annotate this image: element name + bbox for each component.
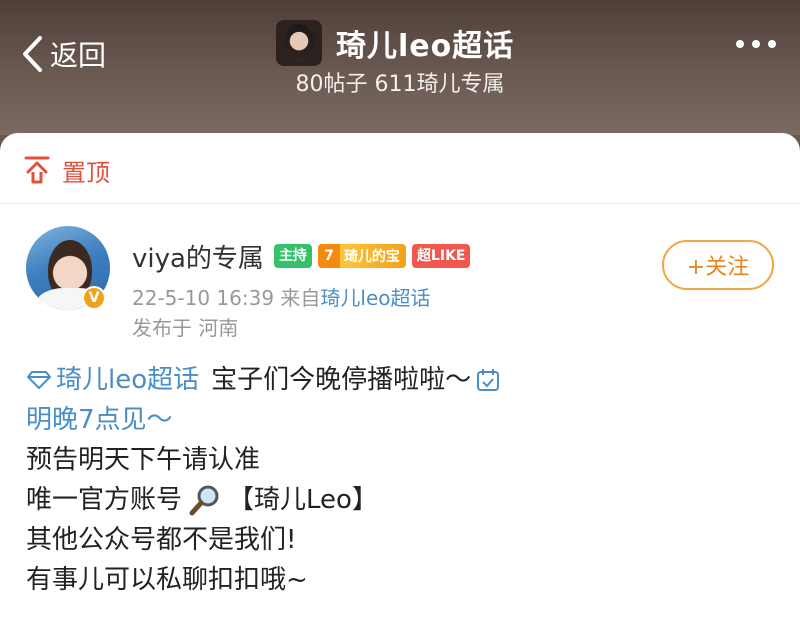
post-line: 有事儿可以私聊扣扣哦~ bbox=[26, 560, 786, 600]
fan-level-number: 7 bbox=[317, 244, 340, 268]
more-options-button[interactable] bbox=[736, 40, 776, 48]
post-text: 预告明天下午请认准 bbox=[26, 445, 261, 475]
fan-level-label: 琦儿的宝 bbox=[343, 249, 400, 265]
fan-level-badge: 7 琦儿的宝 bbox=[317, 244, 406, 268]
post-line: 明晚7点见～ bbox=[26, 400, 786, 440]
supertopic-title-row[interactable]: 琦儿leo超话 bbox=[276, 20, 514, 66]
page-title: 琦儿leo超话 bbox=[336, 29, 515, 64]
source-link[interactable]: 琦儿leo超话 bbox=[320, 286, 430, 310]
post-text: 有事儿可以私聊扣扣哦~ bbox=[26, 565, 308, 595]
post-line: 其他公众号都不是我们! bbox=[26, 520, 786, 560]
source-prefix: 来自 bbox=[280, 286, 321, 310]
calendar-check-icon bbox=[477, 369, 500, 391]
topic-link[interactable]: 琦儿leo超话 bbox=[56, 361, 199, 399]
post-meta: 22-5-10 16:39 来自琦儿leo超话 bbox=[132, 282, 431, 311]
diamond-icon bbox=[27, 371, 51, 389]
dot-icon bbox=[752, 40, 760, 48]
divider bbox=[0, 203, 800, 204]
username[interactable]: viya的专属 bbox=[132, 238, 264, 275]
dot-icon bbox=[736, 40, 744, 48]
dot-icon bbox=[768, 40, 776, 48]
super-like-tag: 超LIKE bbox=[411, 244, 471, 268]
supertopic-stats: 80帖子 611琦儿专属 bbox=[295, 72, 505, 97]
pin-top-icon bbox=[24, 156, 50, 184]
supertopic-avatar bbox=[276, 20, 322, 66]
post-text-link[interactable]: 明晚7点见～ bbox=[26, 401, 173, 439]
post-text: 其他公众号都不是我们! bbox=[26, 525, 297, 555]
post-body: 琦儿leo超话 宝子们今晚停播啦啦～ 明晚7点见～ 预告明天下午请认准 唯一官方… bbox=[26, 360, 786, 600]
verified-badge-icon: V bbox=[82, 286, 106, 310]
post-location: 发布于 河南 bbox=[132, 316, 239, 340]
post-line: 预告明天下午请认准 bbox=[26, 440, 786, 480]
pinned-label: 置顶 bbox=[62, 158, 110, 187]
post-text: 宝子们今晚停播啦啦～ bbox=[211, 365, 472, 395]
follow-button[interactable]: +关注 bbox=[662, 240, 774, 290]
post-line: 琦儿leo超话 宝子们今晚停播啦啦～ bbox=[26, 360, 786, 400]
host-tag: 主持 bbox=[273, 244, 312, 268]
post-text: 唯一官方账号 bbox=[26, 485, 183, 515]
pinned-indicator[interactable]: 置顶 bbox=[24, 150, 110, 190]
magnifier-icon bbox=[189, 485, 219, 516]
post-line: 唯一官方账号 【琦儿Leo】 bbox=[26, 480, 786, 520]
post-date: 22-5-10 16:39 bbox=[132, 286, 275, 310]
account-name: 【琦儿Leo】 bbox=[228, 485, 378, 515]
header-bar: 返回 琦儿leo超话 80帖子 611琦儿专属 bbox=[0, 0, 800, 135]
author-row: viya的专属 主持 7 琦儿的宝 超LIKE bbox=[132, 236, 476, 276]
